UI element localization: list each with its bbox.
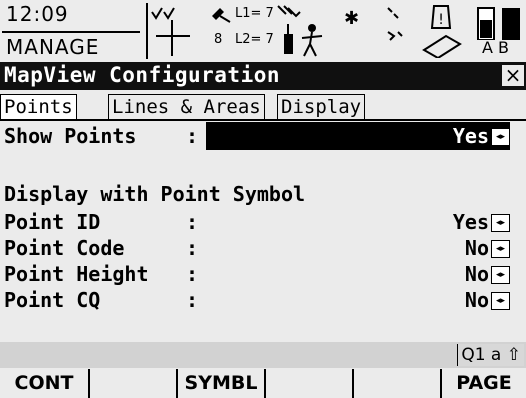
svg-text:!: ! <box>438 12 444 28</box>
memory-card-icon: ! <box>422 5 462 58</box>
fkey-4-button[interactable] <box>266 369 354 398</box>
fkey-5-button[interactable] <box>354 369 442 398</box>
l1-count: L1= 7 <box>235 6 274 21</box>
spinner-arrows-icon[interactable]: ◂▸ <box>491 214 510 232</box>
status-bar: 12:09 MANAGE L1= 7 8 L2= 7 ✱ ! A B <box>0 0 526 62</box>
point-id-value[interactable]: Yes <box>453 208 489 236</box>
battery-icon <box>477 7 520 40</box>
show-points-row[interactable]: Show Points : Yes ◂▸ <box>0 122 526 150</box>
field-colon: : <box>186 262 199 286</box>
point-id-label: Point ID <box>4 210 101 234</box>
tab-display[interactable]: Display <box>277 94 366 119</box>
tab-lines-areas[interactable]: Lines & Areas <box>108 94 265 119</box>
section-heading-row: Display with Point Symbol <box>0 180 526 208</box>
section-heading: Display with Point Symbol <box>4 182 306 206</box>
show-points-value[interactable]: Yes <box>453 122 489 150</box>
function-key-bar: CONT SYMBL PAGE <box>0 369 526 398</box>
satellite-icon <box>212 8 231 23</box>
l2-count: L2= 7 <box>235 32 274 47</box>
info-bar: Q1 a ⇧ <box>0 342 526 368</box>
show-points-label: Show Points <box>4 124 137 148</box>
status-divider <box>146 3 148 59</box>
clock-underline <box>2 31 140 33</box>
tab-underline <box>0 119 526 121</box>
point-id-row[interactable]: Point ID : Yes ◂▸ <box>0 208 526 236</box>
close-icon[interactable]: × <box>502 65 524 86</box>
position-quality-icon <box>151 7 190 56</box>
spinner-arrows-icon[interactable]: ◂▸ <box>491 292 510 310</box>
field-colon: : <box>186 210 199 234</box>
point-code-row[interactable]: Point Code : No ◂▸ <box>0 234 526 262</box>
spinner-arrows-icon[interactable]: ◂▸ <box>491 266 510 284</box>
clock: 12:09 <box>6 2 69 26</box>
fkey-cont-button[interactable]: CONT <box>0 369 90 398</box>
field-colon: : <box>186 236 199 260</box>
tab-strip: Points Lines & Areas Display <box>0 90 526 121</box>
spinner-arrows-icon[interactable]: ◂▸ <box>491 128 510 146</box>
signal-icon <box>277 5 301 18</box>
rover-icon <box>284 24 323 57</box>
point-code-value[interactable]: No <box>465 234 489 262</box>
tab-points[interactable]: Points <box>0 94 77 119</box>
point-cq-label: Point CQ <box>4 288 101 312</box>
fkey-page-button[interactable]: PAGE <box>442 369 526 398</box>
window-title: MapView Configuration <box>4 63 281 87</box>
fkey-symbl-button[interactable]: SYMBL <box>178 369 266 398</box>
satellite-count: 8 <box>214 32 223 47</box>
point-height-value[interactable]: No <box>465 260 489 288</box>
field-colon: : <box>186 288 199 312</box>
title-bar: MapView Configuration × <box>0 62 526 90</box>
point-cq-row[interactable]: Point CQ : No ◂▸ <box>0 286 526 314</box>
quick-code-indicator: Q1 a ⇧ <box>457 344 524 366</box>
mode-label: MANAGE <box>6 35 100 59</box>
battery-ab-label: A B <box>482 38 510 57</box>
point-height-label: Point Height <box>4 262 149 286</box>
field-colon: : <box>186 124 199 148</box>
point-code-label: Point Code <box>4 236 125 260</box>
spinner-arrows-icon[interactable]: ◂▸ <box>491 240 510 258</box>
point-height-row[interactable]: Point Height : No ◂▸ <box>0 260 526 288</box>
radio-link-icon <box>387 7 403 41</box>
fkey-2-button[interactable] <box>90 369 178 398</box>
point-cq-value[interactable]: No <box>465 286 489 314</box>
bluetooth-icon: ✱ <box>344 8 360 29</box>
